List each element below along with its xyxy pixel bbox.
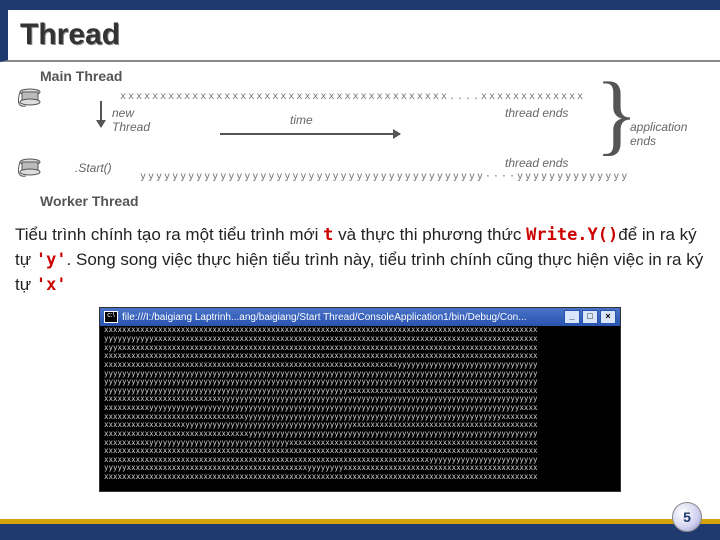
brace-icon: } [595,63,638,166]
console-output: xxxxxxxxxxxxxxxxxxxxxxxxxxxxxxxxxxxxxxxx… [100,326,620,491]
arrow-down-icon [100,101,102,127]
footer: 5 [0,519,720,540]
text: . Song song việc thực hiện tiểu trình nà… [15,250,703,294]
close-button[interactable]: × [600,310,616,324]
time-label: time [290,113,313,127]
spool-icon [18,158,42,178]
code-y: 'y' [36,250,67,270]
code-t: t [323,225,333,245]
new-thread-label: new Thread [112,106,150,134]
worker-thread-label: Worker Thread [40,193,139,209]
console-line: xxxxxxxxxxxxxxxxxxxxxxxxxxxxxxxxxxxxxxxx… [104,473,616,482]
thread-diagram: Main Thread xxxxxxxxxxxxxxxxxxxxxxxxxxxx… [0,68,720,218]
description-text: Tiểu trình chính tạo ra một tiểu trình m… [0,218,720,307]
maximize-button[interactable]: □ [582,310,598,324]
yyy-line: yyyyyyyyyyyyyyyyyyyyyyyyyyyyyyyyyyyyyyyy… [140,171,629,182]
minimize-button[interactable]: _ [564,310,580,324]
app-ends-label: application ends [630,120,687,148]
console-titlebar: c:\ file:///I:/baigiang Laptrinh...ang/b… [100,308,620,326]
main-thread-label: Main Thread [40,68,122,84]
code-writey: Write.Y() [526,225,618,245]
window-buttons: _ □ × [564,310,616,324]
arrow-right-icon [220,133,400,135]
xxx-line: xxxxxxxxxxxxxxxxxxxxxxxxxxxxxxxxxxxxxxxx… [120,91,585,102]
page-title: Thread [0,10,720,62]
console-path: file:///I:/baigiang Laptrinh...ang/baigi… [122,312,527,323]
text: Tiểu trình chính tạo ra một tiểu trình m… [15,225,323,244]
start-label: .Start() [75,161,112,175]
cmd-icon: c:\ [104,311,118,323]
console-window: c:\ file:///I:/baigiang Laptrinh...ang/b… [99,307,621,492]
thread-ends-2: thread ends [505,156,568,170]
bottom-bar [0,524,720,540]
spool-icon [18,88,42,108]
page-number: 5 [672,502,702,532]
thread-ends-1: thread ends [505,106,568,120]
top-bar [0,0,720,10]
code-x: 'x' [36,275,67,295]
text: và thực thi phương thức [333,225,526,244]
